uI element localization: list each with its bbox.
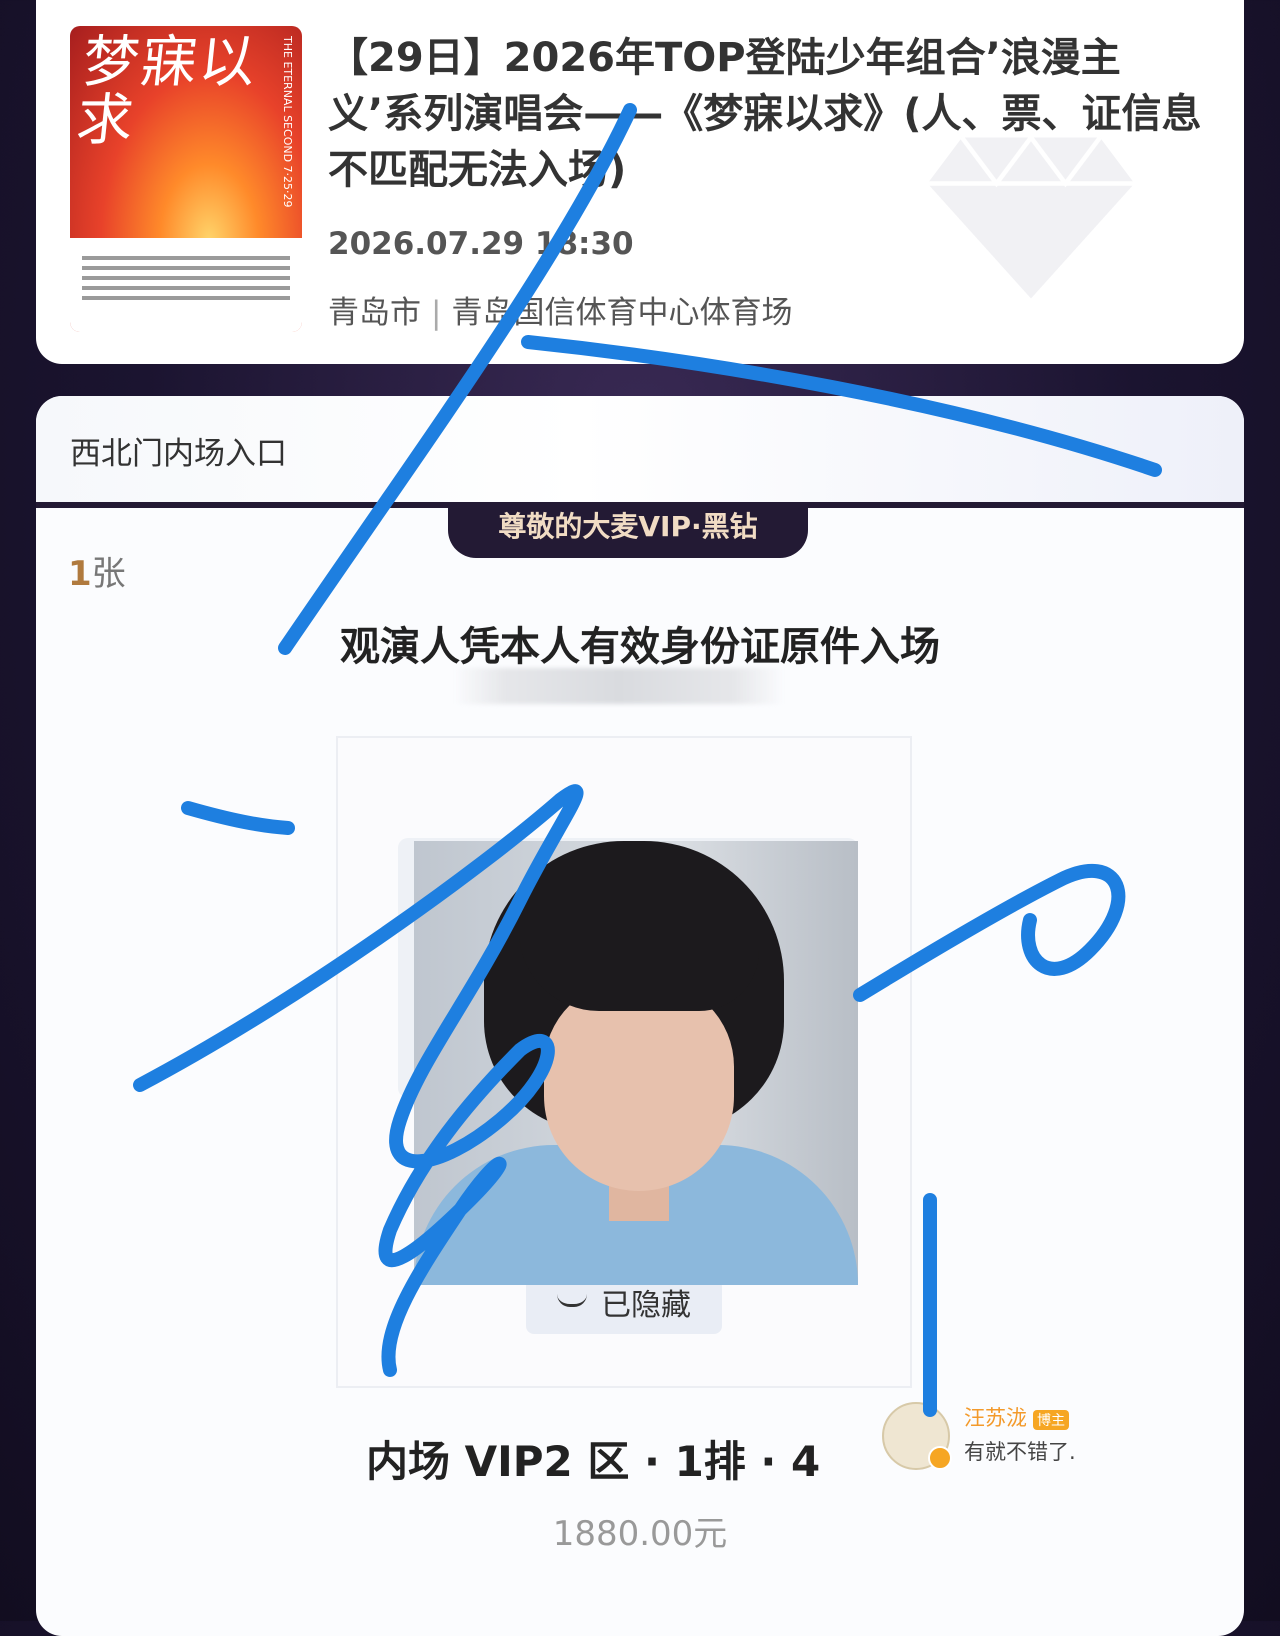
avatar[interactable] (882, 1402, 952, 1470)
ticket-count-number: 1 (68, 554, 92, 594)
event-venue: 青岛国信体育中心体育场 (451, 295, 793, 331)
event-location: 青岛市 | 青岛国信体育中心体育场 (328, 287, 792, 332)
comment-text: 有就不错了. (964, 1440, 1076, 1464)
comment-overlay[interactable]: 汪苏泷 博主 有就不错了. (882, 1402, 1142, 1472)
masked-attendee-name (454, 668, 784, 704)
hidden-label: 已隐藏 (601, 1288, 691, 1323)
vip-badge: 尊敬的大麦VIP·黑钻 (448, 502, 808, 558)
event-poster[interactable]: 梦寐以求 THE ETERNAL SECOND 7·25·29 (70, 26, 302, 332)
show-qr-toggle[interactable]: 已隐藏 (526, 1278, 722, 1334)
comment-username-text: 汪苏泷 (964, 1406, 1027, 1430)
blogger-tag: 博主 (1033, 1410, 1069, 1430)
eye-closed-icon (557, 1294, 587, 1307)
poster-footer (70, 238, 302, 332)
verified-icon (928, 1446, 952, 1470)
entry-gate: 西北门内场入口 (70, 436, 287, 472)
event-card[interactable]: 梦寐以求 THE ETERNAL SECOND 7·25·29 【29日】202… (36, 0, 1244, 364)
ticket-count-unit: 张 (91, 554, 126, 594)
gate-bar: 西北门内场入口 (36, 396, 1244, 502)
event-title: 【29日】2026年TOP登陆少年组合’浪漫主义’系列演唱会——《梦寐以求》(人… (328, 35, 1202, 193)
entry-notice: 观演人凭本人有效身份证原件入场 (340, 624, 940, 670)
ticket-count: 1张 (68, 546, 126, 595)
event-city: 青岛市 (328, 295, 421, 331)
comment-username[interactable]: 汪苏泷 博主 (964, 1402, 1069, 1432)
event-datetime: 2026.07.29 18:30 (328, 226, 634, 262)
seat-info: 内场 VIP2 区 · 1排 · 4 (366, 1437, 821, 1486)
ticket-price: 1880.00元 (552, 1514, 728, 1554)
overlay-photo (414, 841, 858, 1285)
ticket-card: 西北门内场入口 尊敬的大麦VIP·黑钻 1张 观演人凭本人有效身份证原件入场 已… (36, 396, 1244, 1636)
location-separator: | (431, 295, 442, 331)
poster-side-text: THE ETERNAL SECOND 7·25·29 (281, 36, 294, 208)
